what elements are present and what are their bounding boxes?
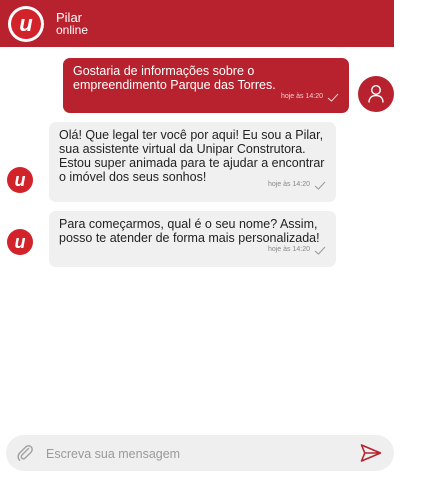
message-time: hoje às 14:20	[280, 93, 323, 100]
message-text: Gostaria de informações sobre o empreend…	[73, 64, 276, 92]
message-meta: hoje às 14:20	[268, 178, 326, 192]
message-meta: hoje às 14:20	[281, 90, 339, 104]
send-icon[interactable]	[360, 443, 382, 463]
bot-avatar: u	[7, 167, 33, 193]
message-composer	[6, 435, 394, 471]
check-icon	[314, 246, 326, 255]
user-message-bubble: Gostaria de informações sobre o empreend…	[63, 58, 349, 113]
bot-avatar: u	[7, 229, 33, 255]
message-text: Olá! Que legal ter você por aqui! Eu sou…	[59, 128, 325, 184]
bot-message-bubble: Para começarmos, qual é o seu nome? Assi…	[49, 211, 336, 267]
brand-logo: u	[8, 6, 44, 42]
agent-status: online	[56, 23, 89, 37]
message-time: hoje às 14:20	[267, 181, 310, 188]
message-text: Para começarmos, qual é o seu nome? Assi…	[59, 217, 320, 245]
message-time: hoje às 14:20	[267, 246, 310, 253]
bot-message-bubble: Olá! Que legal ter você por aqui! Eu sou…	[49, 122, 336, 202]
message-input[interactable]	[44, 443, 348, 465]
paperclip-icon[interactable]	[16, 444, 34, 462]
user-avatar	[358, 76, 394, 112]
check-icon	[327, 93, 339, 102]
user-icon	[368, 84, 384, 103]
chat-header: u Pilar online	[0, 0, 394, 47]
check-icon	[314, 181, 326, 190]
brand-logo-mark: u	[11, 9, 41, 39]
message-meta: hoje às 14:20	[268, 243, 326, 257]
